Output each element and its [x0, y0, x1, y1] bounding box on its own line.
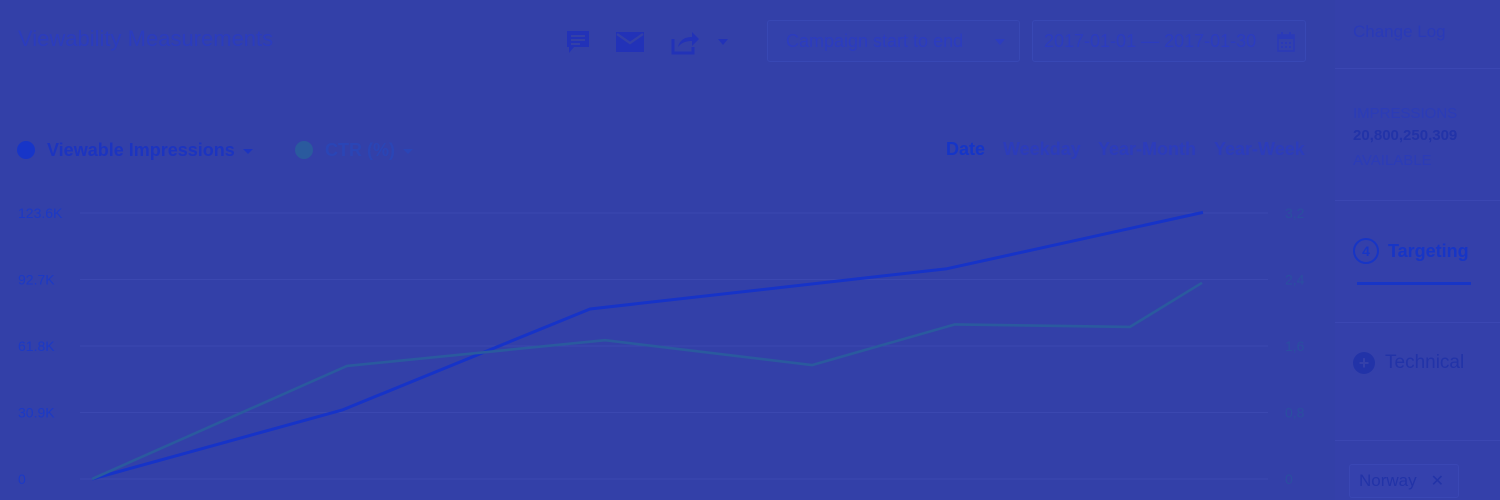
divider — [1335, 200, 1500, 201]
remove-chip-icon[interactable]: ✕ — [1431, 471, 1444, 491]
line-chart: 0 0 30.9K 0,8 61.8K 1,6 92.7K 2,4 123.6K 3,2 — [18, 205, 1305, 487]
chip-label: Norway — [1359, 471, 1417, 490]
technical-section-toggle[interactable]: + Technical — [1353, 352, 1464, 374]
filter-chip-norway: Norway ✕ — [1349, 464, 1459, 498]
series-line-ctr — [91, 281, 1203, 481]
y-right-tick-label: 0,8 — [1285, 405, 1305, 421]
divider — [1335, 322, 1500, 323]
y-right-tick-label: 1,6 — [1285, 338, 1305, 354]
change-log-link[interactable]: Change Log — [1353, 22, 1446, 42]
divider — [1335, 440, 1500, 441]
divider — [1335, 68, 1500, 69]
impressions-label: IMPRESSIONS — [1353, 105, 1458, 122]
active-tab-indicator — [1357, 282, 1471, 285]
y-left-tick-label: 0 — [18, 471, 26, 487]
main-panel: Viewability Measurements Campaign start … — [0, 0, 1335, 500]
y-left-tick-label: 123.6K — [18, 205, 63, 221]
y-right-tick-label: 0 — [1285, 471, 1293, 487]
targeting-count-badge: 4 — [1353, 238, 1379, 264]
impressions-count: 20,800,250,309 — [1353, 127, 1458, 144]
y-left-tick-label: 30.9K — [18, 405, 55, 421]
technical-label: Technical — [1385, 352, 1465, 373]
available-label: AVAILABLE — [1353, 152, 1432, 169]
y-right-tick-label: 2,4 — [1285, 272, 1305, 288]
tab-targeting-label: Targeting — [1388, 240, 1469, 261]
y-left-tick-label: 61.8K — [18, 338, 55, 354]
y-right-tick-label: 3,2 — [1285, 205, 1305, 221]
tab-targeting[interactable]: 4 Targeting — [1353, 238, 1469, 264]
y-left-tick-label: 92.7K — [18, 272, 55, 288]
right-panel: Change Log IMPRESSIONS 20,800,250,309 AV… — [1335, 0, 1500, 500]
plus-icon: + — [1353, 352, 1375, 374]
